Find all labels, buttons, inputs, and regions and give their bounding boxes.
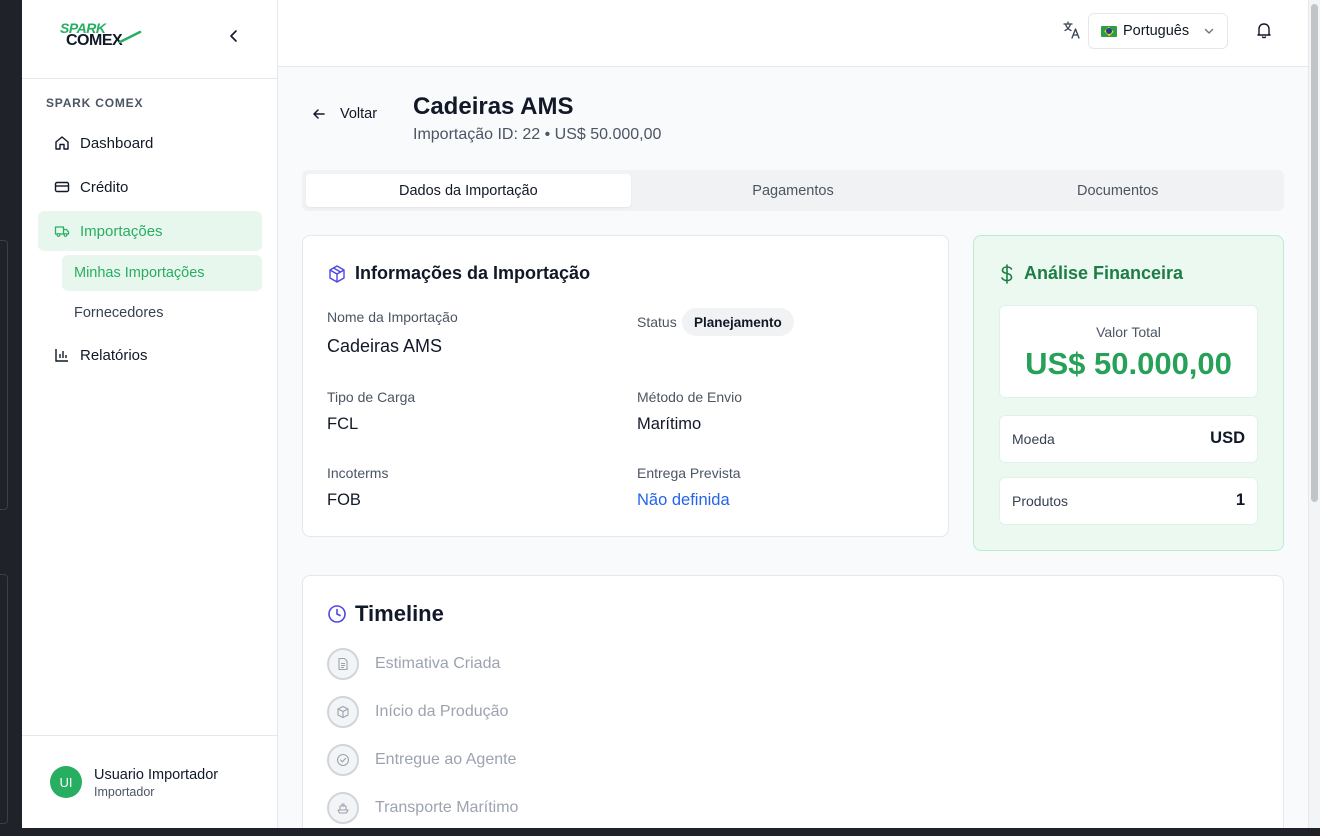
tab-documentos[interactable]: Documentos bbox=[955, 174, 1280, 207]
bell-icon[interactable] bbox=[1254, 20, 1274, 40]
sidebar-item-importacoes[interactable]: Importações bbox=[38, 211, 262, 251]
import-info-card: Informações da Importação Nome da Import… bbox=[302, 235, 949, 537]
currency-label: Moeda bbox=[1012, 431, 1055, 447]
page-scrollbar[interactable] bbox=[1308, 0, 1320, 828]
sidebar-item-credito[interactable]: Crédito bbox=[38, 167, 262, 207]
total-value-label: Valor Total bbox=[1096, 324, 1161, 340]
incoterms-label: Incoterms bbox=[327, 465, 389, 481]
tab-pagamentos[interactable]: Pagamentos bbox=[631, 174, 956, 207]
shipping-value: Marítimo bbox=[637, 415, 702, 433]
total-value-amount: US$ 50.000,00 bbox=[1025, 346, 1232, 381]
sidebar-section-title: SPARK COMEX bbox=[46, 96, 144, 110]
back-label: Voltar bbox=[340, 106, 378, 122]
timeline-step: Entregue ao Agente bbox=[327, 744, 516, 776]
sidebar-item-label: Dashboard bbox=[80, 134, 154, 152]
name-label: Nome da Importação bbox=[327, 309, 458, 325]
products-row: Produtos 1 bbox=[999, 477, 1258, 525]
bar-chart-icon bbox=[55, 349, 68, 362]
timeline-card: Timeline Estimativa Criada Início da Pro… bbox=[302, 575, 1284, 828]
language-select[interactable]: Português bbox=[1088, 13, 1228, 49]
user-name: Usuario Importador bbox=[94, 767, 219, 783]
package-icon bbox=[327, 696, 359, 728]
products-value: 1 bbox=[1235, 491, 1245, 509]
logo-swoosh-icon bbox=[118, 30, 142, 44]
finance-card-title: Análise Financeira bbox=[998, 263, 1183, 284]
home-icon bbox=[55, 136, 69, 150]
delivery-value[interactable]: Não definida bbox=[637, 491, 730, 510]
finance-title-text: Análise Financeira bbox=[1024, 263, 1184, 283]
timeline-step-label: Transporte Marítimo bbox=[375, 799, 519, 816]
cargo-value: FCL bbox=[327, 415, 359, 433]
back-button[interactable]: Voltar bbox=[312, 106, 377, 122]
shipping-label: Método de Envio bbox=[637, 389, 743, 405]
status-badge: Planejamento bbox=[682, 308, 794, 336]
sidebar-subitem-fornecedores[interactable]: Fornecedores bbox=[62, 295, 262, 331]
dollar-icon bbox=[1001, 263, 1013, 284]
name-value: Cadeiras AMS bbox=[327, 336, 443, 356]
language-label: Português bbox=[1123, 23, 1190, 39]
sidebar-item-relatorios[interactable]: Relatórios bbox=[38, 335, 262, 375]
timeline-step-label: Entregue ao Agente bbox=[375, 751, 517, 768]
timeline-step: Estimativa Criada bbox=[327, 648, 500, 680]
collapse-sidebar-button[interactable] bbox=[222, 24, 246, 48]
translate-icon bbox=[1063, 21, 1080, 39]
clock-icon bbox=[328, 605, 346, 623]
financial-analysis-card: Análise Financeira Valor Total US$ 50.00… bbox=[973, 235, 1284, 551]
topbar: Português bbox=[278, 0, 1308, 67]
sidebar: SPARK COMEX SPARK COMEX Dashboard Crédit… bbox=[22, 0, 278, 828]
check-circle-icon bbox=[327, 744, 359, 776]
avatar: UI bbox=[50, 766, 82, 798]
info-card-title: Informações da Importação bbox=[327, 263, 590, 284]
sidebar-header: SPARK COMEX bbox=[22, 0, 277, 79]
timeline-step: Transporte Marítimo bbox=[327, 792, 518, 824]
desktop-edge bbox=[0, 0, 22, 836]
timeline-step-label: Estimativa Criada bbox=[375, 655, 501, 672]
chevron-left-icon bbox=[230, 30, 237, 42]
scrollbar-thumb[interactable] bbox=[1311, 4, 1318, 502]
timeline-step-label: Início da Produção bbox=[375, 703, 509, 720]
arrow-left-icon bbox=[313, 109, 325, 119]
info-title-text: Informações da Importação bbox=[355, 263, 591, 283]
incoterms-value: FOB bbox=[327, 491, 361, 509]
page-title: Cadeiras AMS bbox=[413, 93, 574, 120]
logo-line-2: COMEX bbox=[66, 32, 123, 49]
currency-row: Moeda USD bbox=[999, 415, 1258, 463]
chevron-down-icon bbox=[1204, 28, 1214, 34]
sidebar-item-dashboard[interactable]: Dashboard bbox=[38, 123, 262, 163]
tab-dados-da-importacao[interactable]: Dados da Importação bbox=[306, 174, 631, 207]
timeline-title: Timeline bbox=[327, 601, 444, 627]
credit-card-icon bbox=[54, 181, 70, 193]
background-window-edge bbox=[0, 240, 8, 510]
truck-icon bbox=[54, 226, 70, 237]
status-label: Status bbox=[637, 314, 677, 330]
currency-value: USD bbox=[1210, 429, 1245, 447]
package-icon bbox=[329, 264, 345, 283]
tab-list: Dados da Importação Pagamentos Documento… bbox=[302, 170, 1284, 211]
user-role: Importador bbox=[94, 785, 155, 799]
sidebar-item-label: Crédito bbox=[80, 178, 129, 196]
spark-comex-logo[interactable]: SPARK COMEX bbox=[58, 18, 142, 54]
delivery-label: Entrega Prevista bbox=[637, 465, 741, 481]
timeline-step: Início da Produção bbox=[327, 696, 508, 728]
user-profile[interactable]: UI Usuario Importador Importador bbox=[22, 735, 278, 828]
ship-icon bbox=[327, 792, 359, 824]
document-icon bbox=[327, 648, 359, 680]
page-subtitle: Importação ID: 22 • US$ 50.000,00 bbox=[413, 126, 662, 143]
background-window-edge bbox=[0, 574, 8, 824]
brazil-flag-icon bbox=[1101, 25, 1117, 37]
cargo-label: Tipo de Carga bbox=[327, 389, 416, 405]
app-window: SPARK COMEX SPARK COMEX Dashboard Crédit… bbox=[22, 0, 1320, 828]
sidebar-subitem-minhas-importacoes[interactable]: Minhas Importações bbox=[62, 255, 262, 291]
timeline-title-text: Timeline bbox=[355, 601, 444, 626]
sidebar-item-label: Relatórios bbox=[80, 346, 148, 364]
products-label: Produtos bbox=[1012, 493, 1069, 509]
sidebar-item-label: Importações bbox=[80, 222, 163, 240]
total-value-box: Valor Total US$ 50.000,00 bbox=[999, 305, 1258, 398]
